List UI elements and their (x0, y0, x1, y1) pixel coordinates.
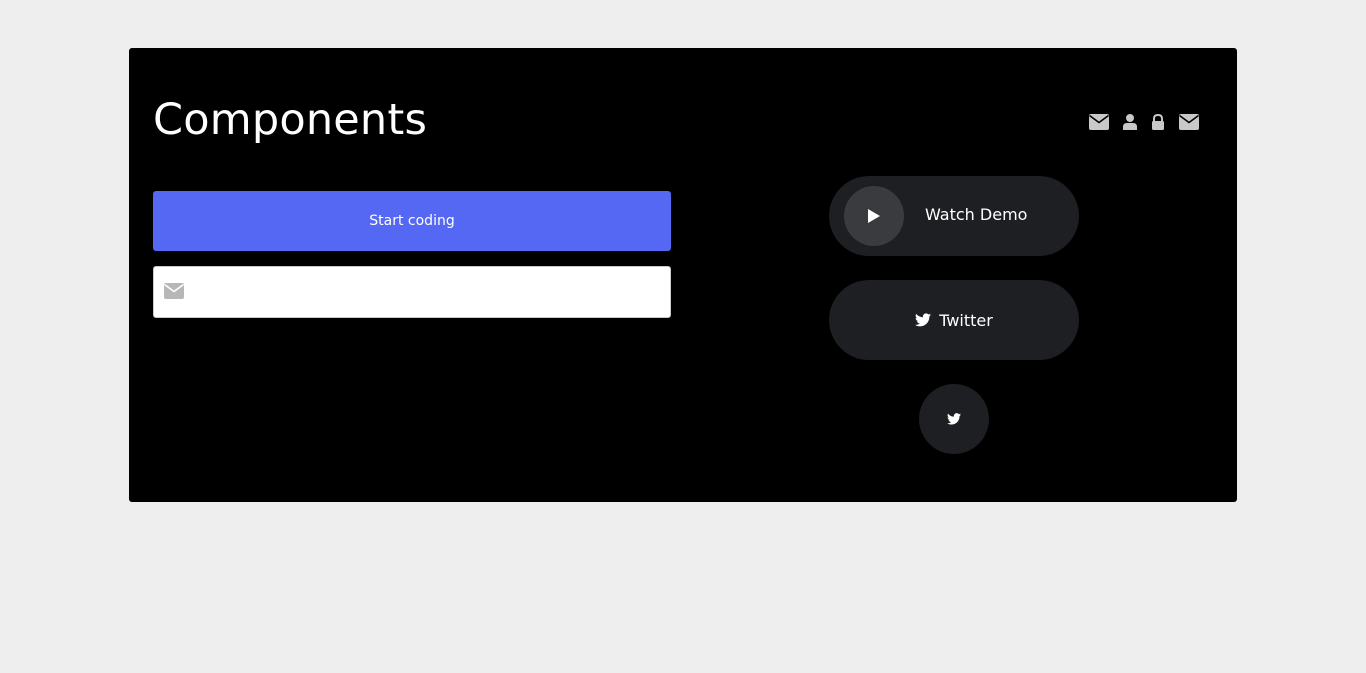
twitter-button-label: Twitter (939, 310, 993, 330)
email-field[interactable] (198, 267, 660, 315)
user-icon[interactable] (1123, 114, 1137, 130)
twitter-icon (947, 413, 961, 425)
twitter-icon-button[interactable] (919, 384, 989, 454)
components-card: Components Start coding Watch Demo Twitt… (129, 48, 1237, 502)
play-icon (868, 209, 880, 223)
envelope-icon[interactable] (1179, 114, 1199, 130)
envelope-icon[interactable] (1089, 114, 1109, 130)
start-coding-button[interactable]: Start coding (153, 191, 671, 251)
twitter-button[interactable]: Twitter (829, 280, 1079, 360)
page-title: Components (153, 95, 428, 145)
play-button-circle (844, 186, 904, 246)
watch-demo-label: Watch Demo (925, 205, 1028, 224)
twitter-icon (915, 313, 932, 327)
envelope-icon (164, 283, 184, 299)
top-icon-bar (1089, 114, 1199, 130)
watch-demo-button[interactable]: Watch Demo (829, 176, 1079, 256)
email-field-wrapper (153, 266, 671, 318)
lock-icon[interactable] (1151, 114, 1165, 130)
twitter-button-content: Twitter (829, 280, 1079, 360)
